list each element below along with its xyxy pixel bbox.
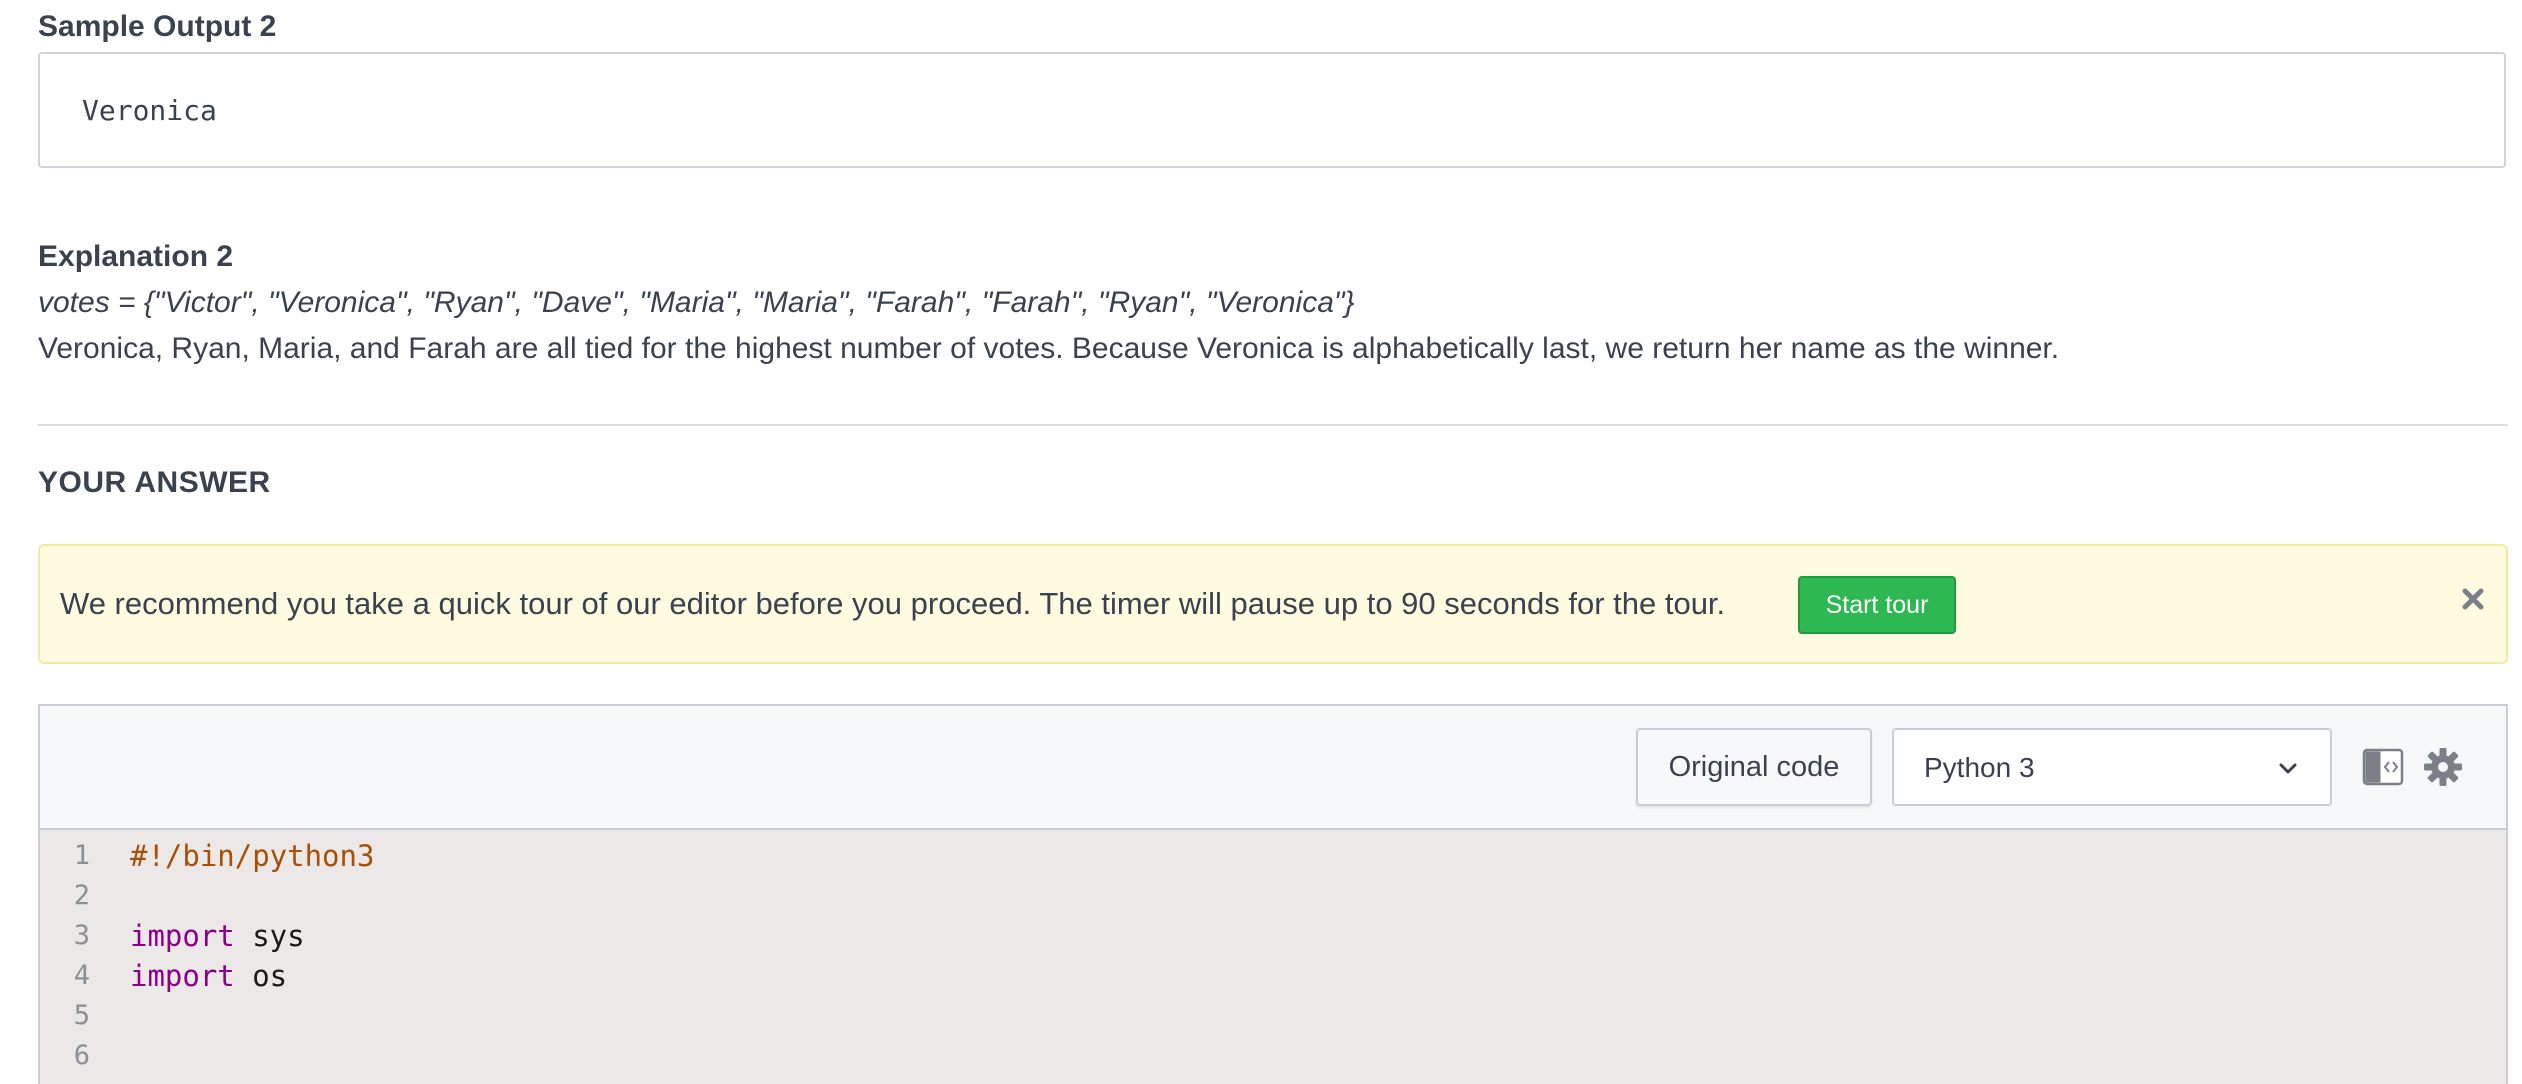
code-keyword: import [130,919,235,953]
tour-message: We recommend you take a quick tour of ou… [60,586,1726,621]
close-icon[interactable] [2456,582,2490,616]
language-select[interactable]: Python 3 [1892,728,2332,806]
sample-output-box: Veronica [38,52,2506,168]
sample-output-title: Sample Output 2 [38,10,277,43]
code-line: import sys [130,919,305,953]
problem-page: Sample Output 2 Veronica Explanation 2 v… [0,0,2522,1084]
code-text: sys [234,919,305,953]
tour-banner: We recommend you take a quick tour of ou… [38,544,2508,664]
line-number: 5 [73,1000,90,1031]
layout-toggle-icon[interactable] [2362,746,2404,788]
language-selected: Python 3 [1924,752,2035,783]
line-number: 4 [73,960,90,991]
line-number: 2 [73,880,90,911]
code-editor: Original code Python 3 1 2 3 4 5 6 #!/bi… [38,704,2508,1084]
sample-output-value: Veronica [82,94,217,127]
chevron-down-icon [2279,763,2297,774]
explanation-votes: votes = {"Victor", "Veronica", "Ryan", "… [38,286,1355,319]
code-comment: #!/bin/python3 [130,839,375,873]
code-area[interactable]: 1 2 3 4 5 6 #!/bin/python3 import sys im… [40,830,2506,1084]
code-line: #!/bin/python3 [130,839,374,873]
explanation-text: Veronica, Ryan, Maria, and Farah are all… [38,332,2060,365]
line-number: 6 [73,1040,90,1071]
line-number: 1 [73,840,90,871]
line-number: 3 [73,920,90,951]
gear-icon[interactable] [2422,746,2464,788]
start-tour-button[interactable]: Start tour [1798,576,1956,634]
original-code-button[interactable]: Original code [1636,728,1872,806]
your-answer-title: YOUR ANSWER [38,466,271,499]
section-divider [38,424,2508,426]
code-keyword: import [130,959,235,993]
code-text: os [234,959,288,993]
line-gutter: 1 2 3 4 5 6 [40,830,120,1084]
code-line: import os [130,959,287,993]
explanation-title: Explanation 2 [38,240,234,273]
editor-toolbar: Original code Python 3 [40,706,2506,830]
